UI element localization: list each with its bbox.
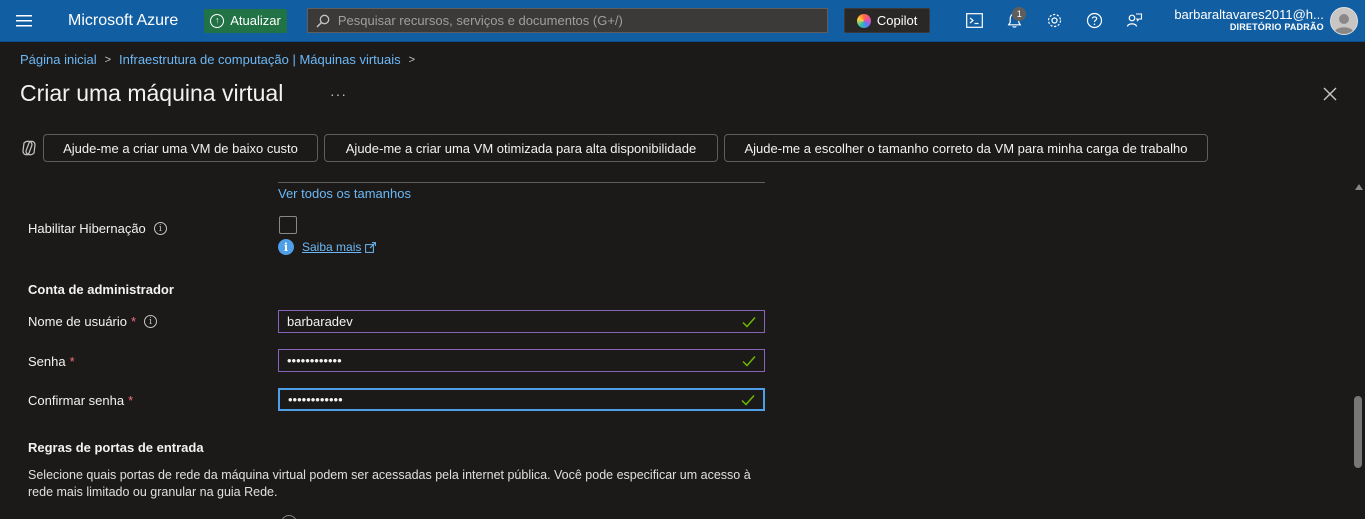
scroll-thumb[interactable] — [1354, 396, 1362, 468]
upgrade-button[interactable]: ↑ Atualizar — [204, 8, 287, 33]
username-label: Nome de usuário * i — [28, 314, 158, 329]
info-icon[interactable]: i — [144, 315, 158, 328]
upgrade-label: Atualizar — [230, 13, 281, 28]
check-icon — [742, 316, 756, 328]
notifications-button[interactable]: 1 — [994, 0, 1034, 42]
right-edge — [1352, 42, 1365, 172]
admin-section-title: Conta de administrador — [28, 282, 174, 297]
help-icon — [1086, 12, 1102, 29]
arrow-up-icon: ↑ — [210, 13, 225, 28]
info-icon[interactable]: i — [153, 222, 167, 235]
info-icon: i — [278, 239, 294, 255]
account-email: barbaraltavares2011@h... — [1174, 7, 1324, 23]
required-mark: * — [131, 314, 137, 329]
breadcrumb-vms[interactable]: Infraestrutura de computação | Máquinas … — [119, 52, 401, 67]
settings-button[interactable] — [1034, 0, 1074, 42]
confirm-password-label: Confirmar senha * — [28, 393, 133, 408]
scroll-up-icon[interactable] — [1355, 184, 1363, 190]
top-bar: Microsoft Azure ↑ Atualizar Copilot 1 ba… — [0, 0, 1365, 42]
learn-more-link[interactable]: Saiba mais — [302, 240, 361, 254]
confirm-password-field[interactable] — [278, 388, 765, 411]
menu-icon[interactable] — [0, 0, 48, 42]
search-icon — [316, 14, 330, 28]
help-button[interactable] — [1074, 0, 1114, 42]
user-icon — [1333, 13, 1354, 34]
cloud-shell-button[interactable] — [954, 0, 994, 42]
hibernation-checkbox[interactable] — [279, 216, 297, 234]
feedback-button[interactable] — [1114, 0, 1154, 42]
global-search[interactable] — [306, 8, 828, 33]
password-field[interactable] — [278, 349, 765, 372]
copilot-icon — [856, 13, 871, 28]
search-input[interactable] — [337, 13, 818, 28]
confirm-password-label-text: Confirmar senha — [28, 393, 125, 408]
required-mark: * — [128, 393, 134, 408]
copilot-label: Copilot — [876, 13, 918, 28]
breadcrumb: Página inicial > Infraestrutura de compu… — [20, 52, 423, 67]
see-all-sizes-link[interactable]: Ver todos os tamanhos — [278, 186, 411, 201]
username-label-text: Nome de usuário — [28, 314, 127, 329]
radio-button[interactable] — [281, 515, 297, 519]
password-label-text: Senha — [28, 354, 66, 369]
copilot-suggestions: Ajude-me a criar uma VM de baixo custo A… — [20, 134, 1214, 162]
page-title: Criar uma máquina virtual — [20, 80, 284, 106]
more-options-icon[interactable]: ··· — [330, 86, 347, 102]
chevron-right-icon: > — [408, 53, 416, 66]
form-area: Ver todos os tamanhos Habilitar Hibernaç… — [0, 172, 1352, 519]
copilot-button[interactable]: Copilot — [843, 8, 931, 33]
divider — [278, 182, 765, 183]
username-input[interactable] — [287, 314, 742, 329]
check-icon — [741, 394, 755, 406]
breadcrumb-home[interactable]: Página inicial — [20, 52, 97, 67]
inbound-ports-description: Selecione quais portas de rede da máquin… — [28, 468, 751, 499]
hibernation-label: Habilitar Hibernação i — [28, 221, 167, 236]
account-menu[interactable]: barbaraltavares2011@h... DIRETÓRIO PADRÃ… — [1174, 8, 1324, 32]
chevron-right-icon: > — [104, 53, 112, 66]
scrollbar[interactable] — [1352, 172, 1365, 519]
brand-title[interactable]: Microsoft Azure — [68, 12, 178, 30]
close-icon[interactable] — [1322, 86, 1338, 102]
password-label: Senha * — [28, 354, 75, 369]
confirm-password-input[interactable] — [288, 392, 741, 407]
check-icon — [742, 355, 756, 367]
notification-badge: 1 — [1012, 6, 1027, 21]
gear-icon — [1047, 13, 1061, 28]
copilot-icon — [22, 140, 36, 156]
account-directory: DIRETÓRIO PADRÃO — [1229, 21, 1324, 32]
feedback-icon — [1126, 13, 1142, 27]
chip-high-availability-vm[interactable]: Ajude-me a criar uma VM otimizada para a… — [324, 134, 718, 162]
external-link-icon — [365, 241, 377, 253]
inbound-ports-section-title: Regras de portas de entrada — [28, 440, 204, 455]
username-field[interactable] — [278, 310, 765, 333]
required-mark: * — [69, 354, 75, 369]
avatar[interactable] — [1329, 6, 1358, 35]
password-input[interactable] — [287, 353, 742, 368]
cloud-shell-icon — [965, 13, 983, 28]
hibernation-label-text: Habilitar Hibernação — [28, 221, 146, 236]
chip-low-cost-vm[interactable]: Ajude-me a criar uma VM de baixo custo — [43, 134, 318, 162]
learn-more: i Saiba mais — [278, 239, 377, 255]
chip-vm-size[interactable]: Ajude-me a escolher o tamanho correto da… — [724, 134, 1208, 162]
